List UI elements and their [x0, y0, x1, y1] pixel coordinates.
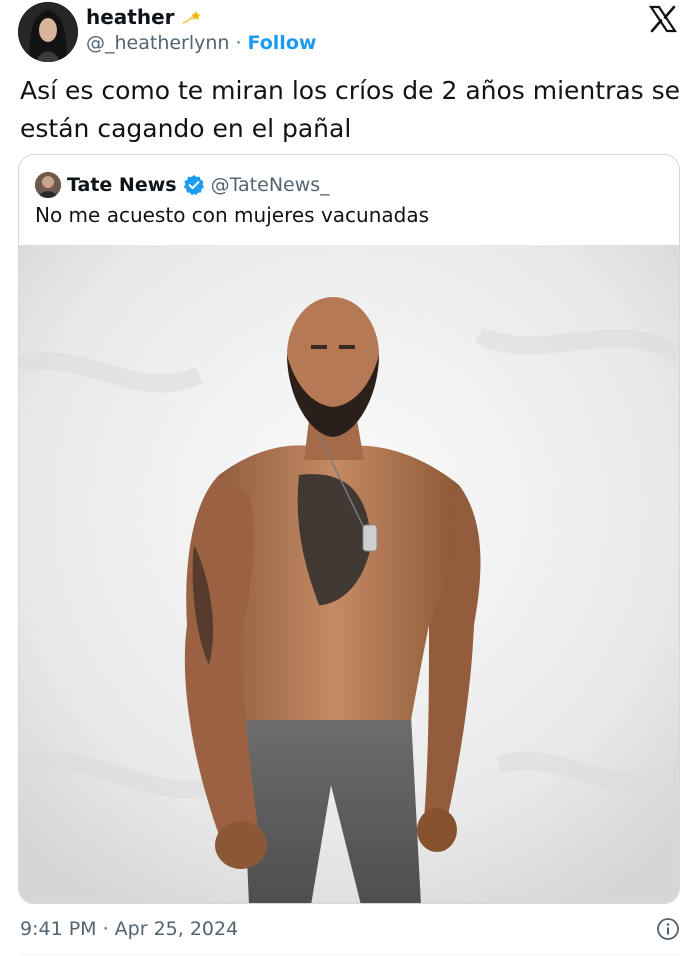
quoted-author-avatar — [35, 172, 61, 198]
quoted-tweet-card[interactable]: Tate News @TateNews_ No me acuesto con m… — [18, 154, 680, 904]
quoted-tweet-text: No me acuesto con mujeres vacunadas — [35, 203, 430, 227]
info-icon[interactable] — [656, 917, 680, 941]
quoted-tweet-header: Tate News @TateNews_ — [35, 171, 330, 199]
follow-button[interactable]: Follow — [248, 32, 317, 54]
tweet-footer: 9:41 PM · Apr 25, 2024 — [20, 914, 680, 944]
author-handle-row: @_heatherlynn · Follow — [86, 30, 316, 56]
verified-badge-icon — [183, 174, 205, 196]
author-name-row: heather — [86, 4, 205, 30]
author-display-name[interactable]: heather — [86, 5, 175, 29]
shooting-star-icon — [181, 5, 205, 29]
quoted-handle: @TateNews_ — [210, 174, 330, 196]
tweet-header: heather @_heatherlynn · Follow — [0, 0, 700, 64]
tweet-timestamp[interactable]: 9:41 PM · Apr 25, 2024 — [20, 918, 238, 940]
author-avatar[interactable] — [18, 2, 78, 62]
bottom-divider — [18, 954, 680, 955]
tweet-text: Así es como te miran los críos de 2 años… — [20, 76, 681, 143]
quoted-tweet-photo[interactable] — [19, 245, 679, 903]
x-logo-icon[interactable] — [648, 4, 678, 34]
separator-dot: · — [235, 32, 242, 54]
quoted-display-name: Tate News — [67, 174, 177, 196]
author-handle[interactable]: @_heatherlynn — [86, 32, 229, 54]
